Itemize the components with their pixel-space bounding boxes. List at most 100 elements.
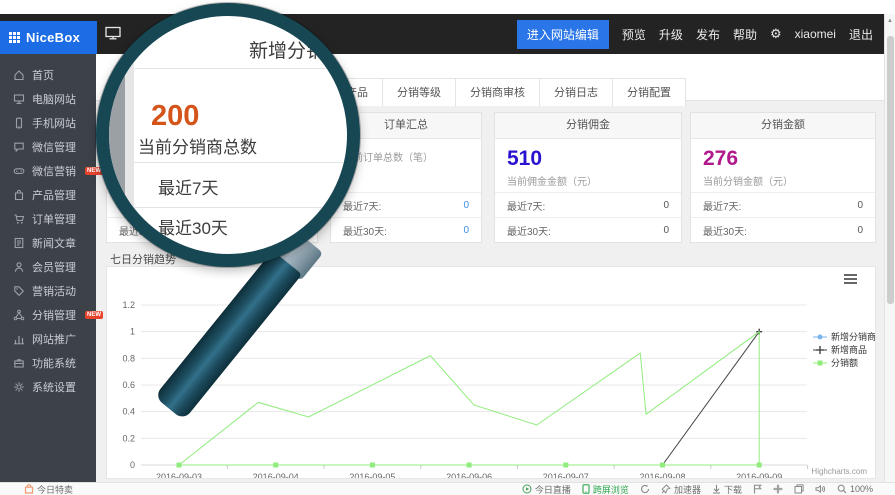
card-caption: 当前佣金金额（元） [507,173,669,188]
tab-distributor-review[interactable]: 分销商审核 [455,78,540,106]
sidebar-item-home[interactable]: 首页 [0,63,96,87]
sidebar-item-members[interactable]: 会员管理 [0,255,96,279]
sidebar-item-news[interactable]: 新闻文章 [0,231,96,255]
magnifier-icon [837,484,847,494]
lens-gap-edge [125,16,134,254]
tab-distribution-config[interactable]: 分销配置 [612,78,686,106]
card-number: 276 [703,147,863,171]
chart-credit: Highcharts.com [811,467,867,476]
sidebar-item-wechat-marketing[interactable]: 微信营销 NEW [0,159,96,183]
promotion-icon [13,333,25,345]
lens-card-title: 新增分销商 [249,36,344,63]
lens-row-7d: 最近7天 [158,174,218,199]
magnifier-lens: 新增分销商 200 当前分销商总数 最近7天 最近30天 [96,3,360,267]
card-commission: 分销佣金 510 当前佣金金额（元） 最近7天:0 最近30天:0 [494,112,682,243]
svg-text:0.4: 0.4 [122,407,135,417]
flag-item[interactable] [753,484,762,494]
member-icon [13,261,25,273]
enter-site-edit-button[interactable]: 进入网站编辑 [517,20,609,49]
publish-link[interactable]: 发布 [696,26,720,43]
gear-icon[interactable]: ⚙ [770,26,782,42]
campaign-icon [13,285,25,297]
order-icon [13,213,25,225]
logo-text: NiceBox [26,30,80,45]
svg-text:1.2: 1.2 [122,300,135,310]
lens-number: 200 [151,100,199,133]
card-row: 最近30天:0 [691,217,875,242]
sidebar-item-orders[interactable]: 订单管理 [0,207,96,231]
svg-text:2016-09-08: 2016-09-08 [639,472,685,478]
play-icon [522,484,532,494]
booster-item[interactable]: 加速器 [661,483,701,495]
top-white-strip [0,0,895,14]
logo[interactable]: NiceBox [0,21,97,54]
download-item[interactable]: 下载 [712,483,742,495]
lens-divider [134,68,357,69]
svg-text:新增商品: 新增商品 [831,344,867,355]
chart-context-menu-icon[interactable] [844,274,857,284]
svg-text:2016-09-03: 2016-09-03 [156,472,202,478]
news-icon [13,237,25,249]
card-caption: 当前分销金额（元） [703,173,863,188]
sidebar: 首页 电脑网站 手机网站 微信管理 微信营销 NEW 产品管理 订单管理 [0,54,96,482]
card-row: 最近30天:0 [495,217,681,242]
window-icon [794,484,804,494]
sidebar-item-wechat[interactable]: 微信管理 [0,135,96,159]
mobile-icon [13,117,25,129]
sidebar-item-campaigns[interactable]: 营销活动 [0,279,96,303]
statusbar: 今日特卖 今日直播 跨屏浏览 加速器 下载 [0,482,895,495]
refresh-icon [640,484,650,494]
svg-text:2016-09-06: 2016-09-06 [446,472,492,478]
upgrade-link[interactable]: 升级 [659,26,683,43]
svg-text:0.2: 0.2 [122,433,135,443]
svg-text:分销额: 分销额 [831,357,858,368]
admin-dashboard: NiceBox 进入网站编辑 预览 升级 发布 帮助 ⚙ xiaomei 退出 … [0,0,895,495]
statusbar-right: 今日直播 跨屏浏览 加速器 下载 [522,483,873,495]
desktop-icon [13,93,25,105]
apps-grid-icon [9,32,20,43]
sidebar-item-desktop-site[interactable]: 电脑网站 [0,87,96,111]
rocket-icon [661,484,671,494]
preview-link[interactable]: 预览 [622,26,646,43]
zoom-level-item[interactable]: 100% [837,484,873,494]
lens-caption: 当前分销商总数 [138,133,257,158]
card-title: 分销佣金 [495,113,681,139]
wechat-marketing-icon [13,165,25,177]
window-item[interactable] [794,484,804,494]
lens-row-30d: 最近30天 [158,214,228,239]
phone-icon [582,484,590,494]
today-sale-item[interactable]: 今日特卖 [24,483,73,495]
home-icon [13,69,25,81]
speaker-icon [815,484,826,494]
card-title: 分销金额 [691,113,875,139]
lens-sidebar-edge [109,16,125,254]
tab-bar: 分销产品 分销等级 分销商审核 分销日志 分销配置 [310,78,686,106]
wechat-icon [13,141,25,153]
scrollbar-thumb[interactable] [887,36,894,304]
username[interactable]: xiaomei [795,27,836,41]
sidebar-item-products[interactable]: 产品管理 [0,183,96,207]
sidebar-item-distribution[interactable]: 分销管理 NEW [0,303,96,327]
sidebar-item-mobile-site[interactable]: 手机网站 [0,111,96,135]
sidebar-item-system-functions[interactable]: 功能系统 [0,351,96,375]
svg-text:0: 0 [130,460,135,470]
card-row: 最近7天:0 [691,192,875,217]
tab-distribution-levels[interactable]: 分销等级 [382,78,456,106]
cross-screen-item[interactable]: 跨屏浏览 [582,483,629,495]
tab-distribution-log[interactable]: 分销日志 [539,78,613,106]
download-arrow-icon [712,484,721,494]
scroll-up-icon[interactable]: ▲ [885,14,895,24]
new-badge: NEW [85,311,103,319]
sidebar-item-settings[interactable]: 系统设置 [0,375,96,399]
help-link[interactable]: 帮助 [733,26,757,43]
card-row: 最近7天:0 [331,192,481,217]
lens-divider [134,162,357,163]
vertical-scrollbar[interactable]: ▲ [884,14,895,482]
speaker-item[interactable] [815,484,826,494]
fan-item[interactable] [773,484,783,494]
sidebar-item-promotion[interactable]: 网站推广 [0,327,96,351]
today-live-item[interactable]: 今日直播 [522,483,571,495]
logout-link[interactable]: 退出 [849,26,873,43]
refresh-item[interactable] [640,484,650,494]
system-icon [13,357,25,369]
